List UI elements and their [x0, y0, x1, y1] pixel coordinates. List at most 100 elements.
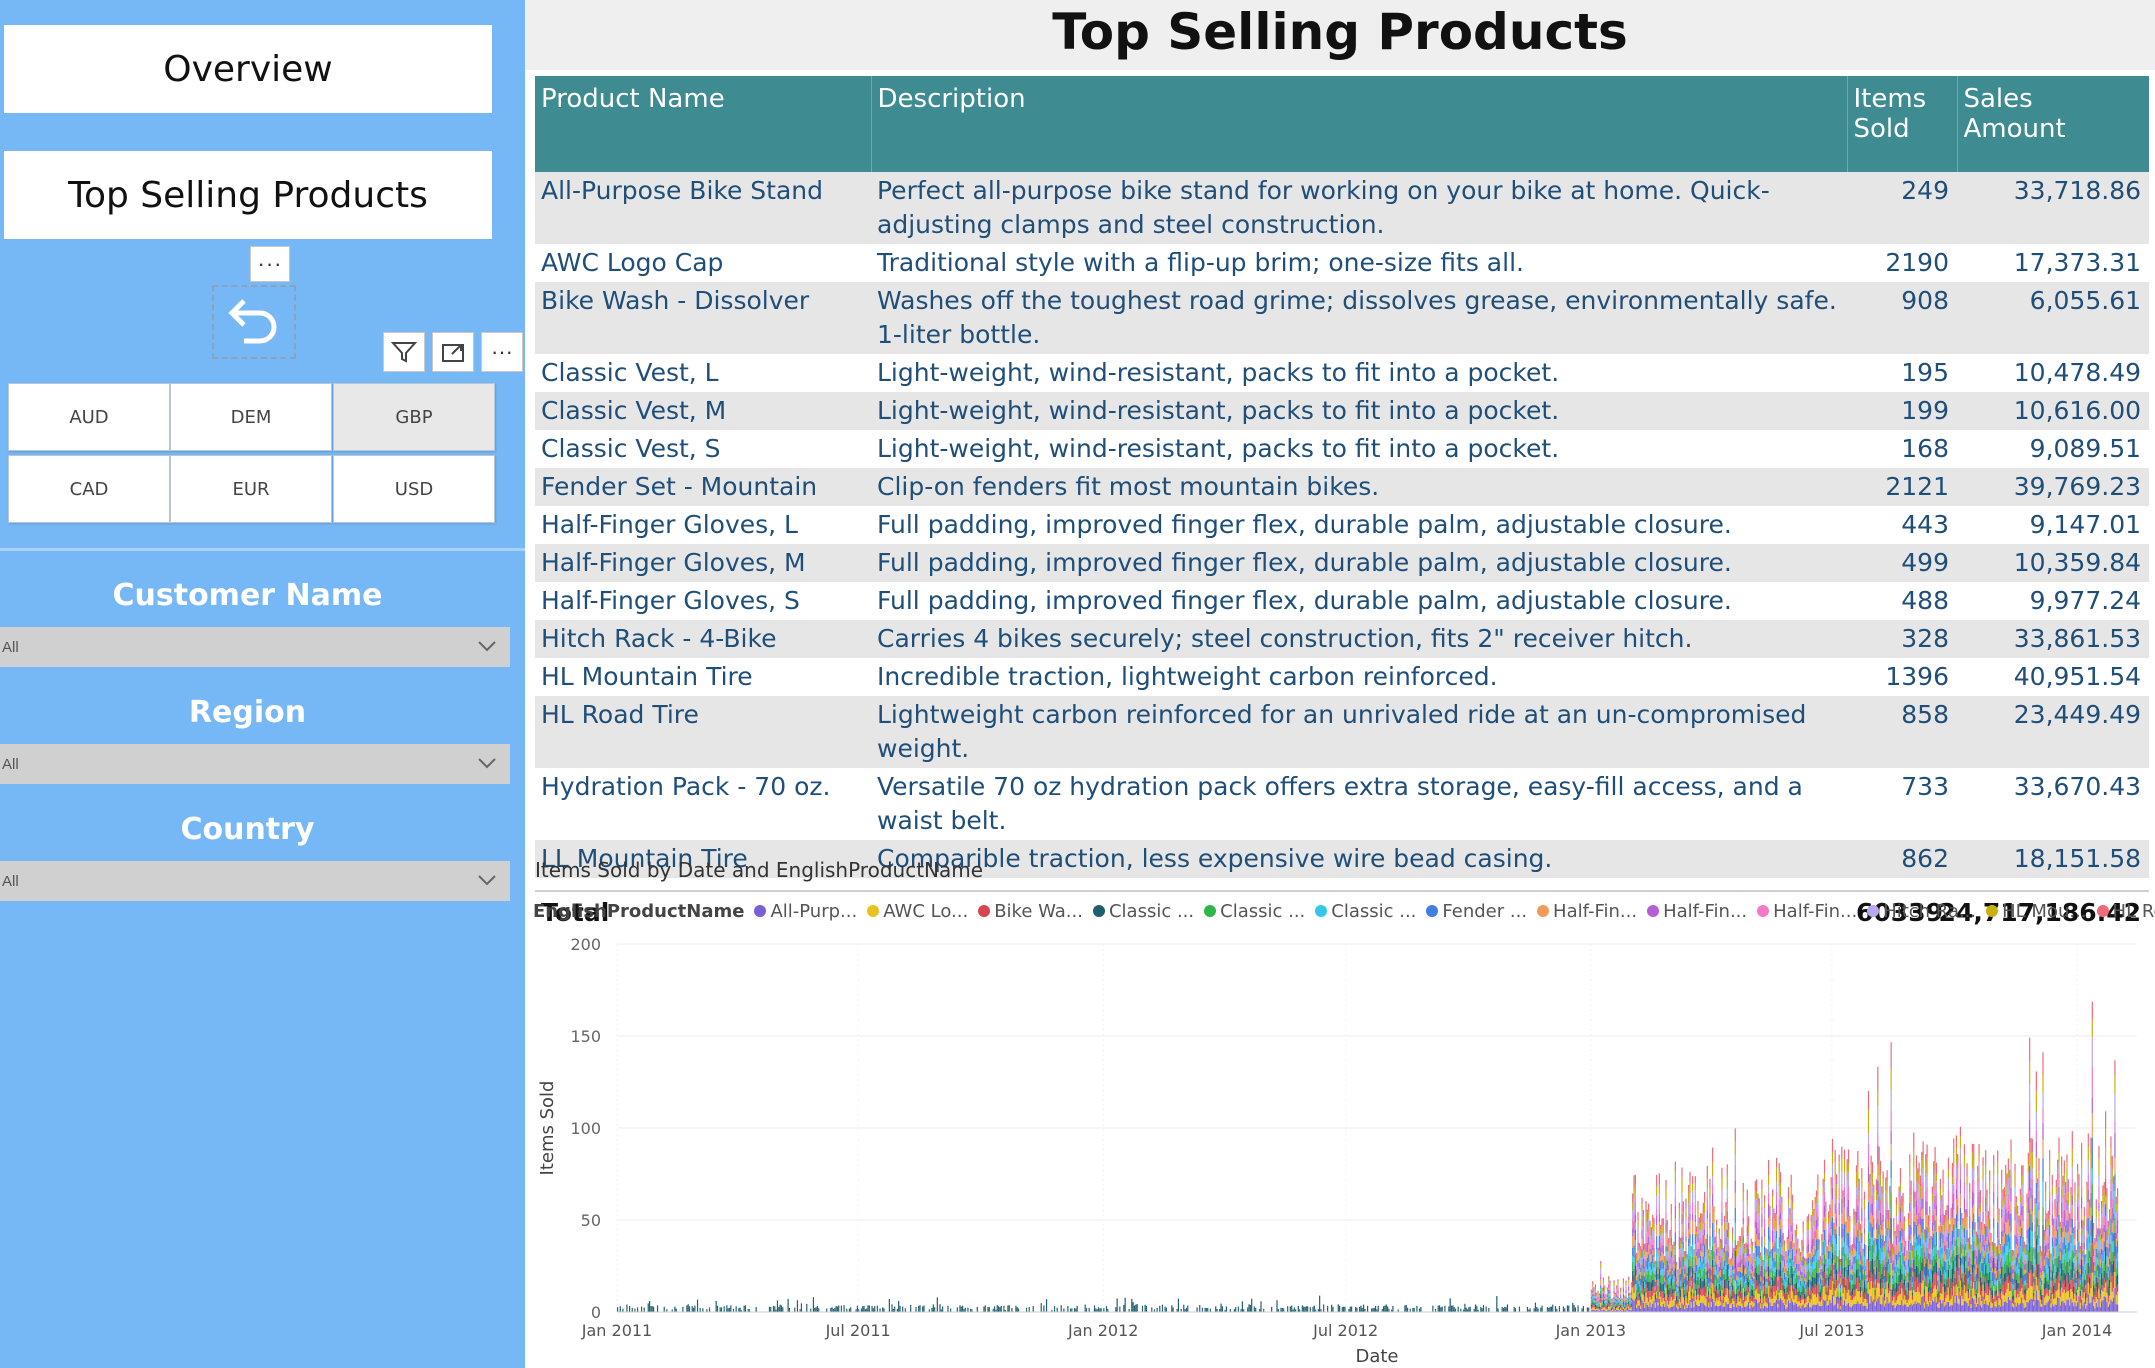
legend-item[interactable]: HL Road ...	[2096, 901, 2155, 922]
legend-item[interactable]: AWC Lo...	[867, 901, 968, 922]
bar-segment	[1095, 1308, 1097, 1310]
table-row[interactable]: Half-Finger Gloves, L Full padding, impro…	[535, 506, 2149, 544]
table-row[interactable]: Bike Wash - Dissolver Washes off the toug…	[535, 282, 2149, 354]
focus-mode-icon[interactable]	[432, 332, 474, 372]
currency-cad-button[interactable]: CAD	[8, 455, 170, 523]
bar-segment	[1694, 1272, 1696, 1285]
bar-segment	[1929, 1237, 1931, 1249]
legend-item[interactable]: Classic ...	[1315, 901, 1416, 922]
table-row[interactable]: HL Road Tire Lightweight carbon reinforce…	[535, 696, 2149, 768]
bar-segment	[1665, 1211, 1667, 1223]
column-header-sales-amount[interactable]: Sales Amount	[1957, 76, 2149, 172]
bar-segment	[1954, 1277, 1956, 1287]
column-header-items-sold[interactable]: Items Sold	[1847, 76, 1958, 172]
currency-usd-button[interactable]: USD	[333, 455, 495, 523]
table-row[interactable]: Half-Finger Gloves, M Full padding, impro…	[535, 544, 2149, 582]
legend-item[interactable]: Classic ...	[1204, 901, 1305, 922]
table-body-scroll[interactable]: All-Purpose Bike Stand Perfect all-purpos…	[535, 172, 2149, 890]
table-row[interactable]: Hydration Pack - 70 oz. Versatile 70 oz h…	[535, 768, 2149, 840]
bar-segment	[1725, 1237, 1727, 1245]
region-dropdown[interactable]: All	[0, 744, 510, 784]
legend-item[interactable]: Half-Fin...	[1537, 901, 1637, 922]
bar-segment	[1618, 1299, 1620, 1302]
bar-segment	[1913, 1303, 1915, 1312]
bar-segment	[1626, 1306, 1628, 1308]
column-header-product-name[interactable]: Product Name	[535, 76, 872, 172]
table-row[interactable]: HL Mountain Tire Incredible traction, lig…	[535, 658, 2149, 696]
bar-segment	[1572, 1308, 1574, 1312]
bar-segment	[1732, 1241, 1734, 1249]
table-row[interactable]: Fender Set - Mountain Clip-on fenders fit…	[535, 468, 2149, 506]
column-header-description[interactable]: Description	[871, 76, 1848, 172]
bar-segment	[1805, 1279, 1807, 1285]
back-button[interactable]	[212, 285, 296, 359]
bar-segment	[1747, 1281, 1750, 1288]
legend-item[interactable]: Fender ...	[1426, 901, 1527, 922]
currency-gbp-button[interactable]: GBP	[333, 383, 495, 451]
bar-segment	[1660, 1261, 1662, 1271]
bar-segment	[1842, 1304, 1844, 1312]
legend-item[interactable]: Hitch Ra...	[1867, 901, 1976, 922]
bar-segment	[1782, 1302, 1784, 1312]
bar-segment	[1843, 1149, 1846, 1160]
table-row[interactable]: All-Purpose Bike Stand Perfect all-purpos…	[535, 172, 2149, 244]
bar-segment	[1728, 1264, 1730, 1270]
legend-item[interactable]: Half-Fin...	[1757, 901, 1857, 922]
country-dropdown[interactable]: All	[0, 861, 510, 901]
customer-name-dropdown[interactable]: All	[0, 627, 510, 667]
bar-segment	[1819, 1260, 1822, 1265]
bar-segment	[1937, 1307, 1939, 1312]
more-options-icon[interactable]: ···	[250, 246, 290, 282]
bar-segment	[1649, 1266, 1651, 1275]
table-row[interactable]: Classic Vest, S Light-weight, wind-resist…	[535, 430, 2149, 468]
nav-top-selling-button[interactable]: Top Selling Products	[4, 151, 492, 239]
bar-segment	[1678, 1218, 1680, 1231]
bar-segment	[1741, 1307, 1743, 1312]
bar-segment	[1668, 1304, 1670, 1309]
legend-item[interactable]: HL Mou...	[1986, 901, 2087, 922]
nav-overview-button[interactable]: Overview	[4, 25, 492, 113]
table-row[interactable]: Classic Vest, M Light-weight, wind-resist…	[535, 392, 2149, 430]
bar-segment	[1171, 1305, 1173, 1308]
bar-segment	[1608, 1303, 1610, 1307]
bar-segment	[1939, 1270, 1942, 1282]
bar-segment	[1610, 1305, 1612, 1307]
bar-segment	[1886, 1281, 1888, 1297]
bar-segment	[1782, 1239, 1784, 1245]
bar-segment	[1593, 1303, 1595, 1306]
bar-segment	[1608, 1276, 1610, 1279]
bar-segment	[738, 1309, 740, 1311]
bar-segment	[1762, 1293, 1764, 1298]
bar-segment	[1778, 1277, 1780, 1293]
currency-aud-button[interactable]: AUD	[8, 383, 170, 451]
table-row[interactable]: Hitch Rack - 4-Bike Carries 4 bikes secur…	[535, 620, 2149, 658]
legend-item[interactable]: Bike Wa...	[978, 901, 1083, 922]
bar-segment	[1877, 1238, 1879, 1261]
bar-segment	[1931, 1282, 1934, 1293]
items-sold-chart[interactable]: 050100150200Jan 2011 Jul 2011 Jan 2012 Jul …	[525, 930, 2155, 1368]
bar-segment	[1558, 1307, 1561, 1310]
legend-item[interactable]: Classic ...	[1092, 901, 1194, 922]
legend-item[interactable]: Half-Fin...	[1647, 901, 1747, 922]
filter-icon[interactable]	[383, 332, 425, 372]
table-row[interactable]: Classic Vest, L Light-weight, wind-resist…	[535, 354, 2149, 392]
bar-segment	[1846, 1159, 1848, 1172]
bar-segment	[1771, 1248, 1774, 1261]
legend-item[interactable]: All-Purp...	[754, 901, 857, 922]
bar-segment	[1708, 1249, 1710, 1254]
bar-segment	[1732, 1303, 1734, 1312]
table-row[interactable]: Half-Finger Gloves, S Full padding, impro…	[535, 582, 2149, 620]
bar-segment	[1847, 1172, 1850, 1187]
bar-segment	[1827, 1211, 1830, 1219]
currency-eur-button[interactable]: EUR	[170, 455, 332, 523]
bar-segment	[1785, 1264, 1787, 1269]
x-tick-label: Jan 2012	[1067, 1321, 1138, 1340]
bar-segment	[830, 1309, 832, 1312]
bar-segment	[1847, 1233, 1850, 1248]
bar-segment	[1811, 1216, 1814, 1229]
more-options-icon[interactable]: ···	[481, 332, 523, 372]
bar-segment	[1732, 1285, 1734, 1291]
table-row[interactable]: AWC Logo Cap Traditional style with a fli…	[535, 244, 2149, 282]
currency-dem-button[interactable]: DEM	[170, 383, 332, 451]
bar-segment	[1638, 1274, 1640, 1282]
